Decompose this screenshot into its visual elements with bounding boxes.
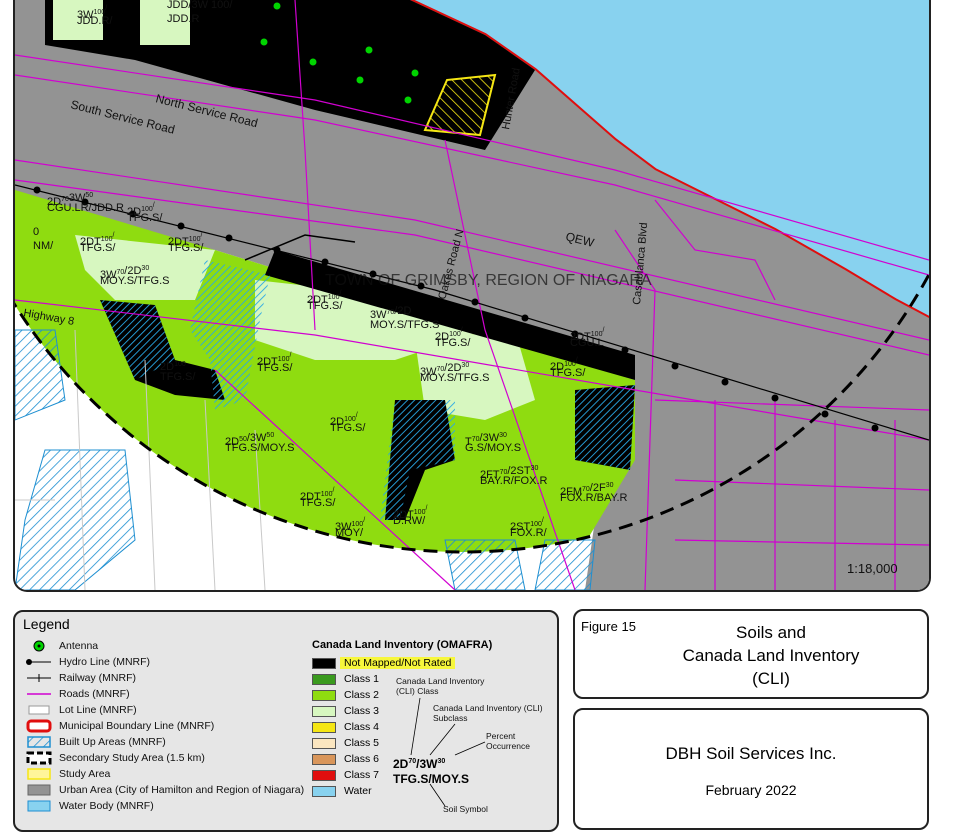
soil-label: 2DT100/D.RW/: [393, 505, 427, 527]
legend-label: Water Body (MNRF): [59, 800, 154, 812]
cli-class-note: Canada Land Inventory (CLI) Class: [396, 676, 485, 696]
urban-area-icon: [25, 783, 53, 797]
soil-label: 2DT100/TFG.S/: [307, 290, 343, 312]
cli-swatch-class3: [312, 705, 336, 717]
company-name: DBH Soil Services Inc.: [665, 744, 837, 763]
soil-label: 2FT70/2ST30 BAY.R/FOX.R: [480, 465, 548, 487]
legend-item-lot-line: Lot Line (MNRF): [25, 702, 137, 718]
legend-label: Antenna: [59, 640, 99, 652]
secondary-study-area-icon: [25, 751, 53, 765]
legend-item-roads: Roads (MNRF): [25, 686, 130, 702]
cli-class-not-mapped: Not Mapped/Not Rated: [312, 656, 456, 670]
legend-item-secondary-study-area: Secondary Study Area (1.5 km): [25, 750, 205, 766]
water-body-icon: [25, 799, 53, 813]
legend-label: Roads (MNRF): [59, 688, 130, 700]
study-area-icon: [25, 767, 53, 781]
built-up-area-se: [534, 539, 596, 590]
legend-item-study-area: Study Area: [25, 766, 110, 782]
cli-swatch-class5: [312, 737, 336, 749]
built-up-hatch-3: [575, 385, 635, 470]
antenna-icon: [25, 639, 53, 653]
legend-title: Legend: [23, 616, 70, 632]
legend-label: Lot Line (MNRF): [59, 704, 137, 716]
map-canvas[interactable]: North Service Road South Service Road Hu…: [15, 0, 929, 590]
legend-label: Built Up Areas (MNRF): [59, 736, 166, 748]
cli-swatch-water: [312, 785, 336, 797]
built-up-area-s: [15, 449, 136, 590]
cli-swatch-class6: [312, 753, 336, 765]
cli-swatch-class4: [312, 721, 336, 733]
company-date: February 2022: [705, 782, 797, 798]
cli-class-water: Water: [312, 784, 372, 798]
cli-class-2: Class 2: [312, 688, 379, 702]
company-panel: DBH Soil Services Inc. February 2022: [573, 708, 929, 830]
legend-label: Hydro Line (MNRF): [59, 656, 151, 668]
cli-subclass-note: Canada Land Inventory (CLI) Subclass: [433, 703, 543, 723]
legend-item-built-up-areas: Built Up Areas (MNRF): [25, 734, 166, 750]
cli-swatch-class1: [312, 673, 336, 685]
built-up-area-sc: [444, 539, 526, 590]
cli-class-6: Class 6: [312, 752, 379, 766]
legend-label: Secondary Study Area (1.5 km): [59, 752, 205, 764]
legend-label: Municipal Boundary Line (MNRF): [59, 720, 215, 732]
soil-label: 2DT100/TFG.S/: [300, 487, 336, 509]
soil-label: 2DT100/TFG.S/: [80, 232, 116, 254]
cli-label: Class 6: [344, 753, 380, 765]
figure-title-line1: Soils and: [736, 623, 806, 642]
figure-title-line3: (CLI): [752, 669, 790, 688]
cli-class-3: Class 3: [312, 704, 379, 718]
cli-label: Water: [344, 785, 372, 797]
roads-icon: [25, 687, 53, 701]
cli-label: Not Mapped/Not Rated: [340, 657, 456, 669]
map-frame[interactable]: North Service Road South Service Road Hu…: [13, 0, 931, 592]
soil-symbol-example-bottom: TFG.S/MOY.S: [393, 772, 470, 786]
soil-symbol-example: 2D70/3W30 TFG.S/MOY.S: [393, 754, 469, 787]
legend-item-urban-area: Urban Area (City of Hamilton and Region …: [25, 782, 304, 798]
legend-item-antenna: Antenna: [25, 638, 98, 654]
legend-label: Urban Area (City of Hamilton and Region …: [59, 784, 305, 796]
cli-class-7: Class 7: [312, 768, 379, 782]
legend-item-municipal-boundary: Municipal Boundary Line (MNRF): [25, 718, 214, 734]
figure-title-panel: Figure 15 Soils and Canada Land Inventor…: [573, 609, 929, 699]
legend-item-railway: Railway (MNRF): [25, 670, 136, 686]
soil-symbol-note: Soil Symbol: [443, 804, 488, 814]
legend-panel: Legend Antenna Hydro Line (MNRF) Railway…: [13, 610, 559, 832]
cli-label: Class 2: [344, 689, 380, 701]
soil-symbol-example-top: 2D70/3W30: [393, 757, 446, 771]
cli-label: Class 3: [344, 705, 380, 717]
cli-label: Class 7: [344, 769, 380, 781]
legend-item-hydro-line: Hydro Line (MNRF): [25, 654, 150, 670]
cli-title: Canada Land Inventory (OMAFRA): [312, 639, 493, 651]
soil-label: 3W100/MOY/: [335, 517, 365, 539]
urban-area-east: [585, 380, 929, 590]
scale-label: 1:18,000: [847, 561, 898, 576]
cli-swatch-class7: [312, 769, 336, 781]
cli-label: Class 5: [344, 737, 380, 749]
cli-class-1: Class 1: [312, 672, 379, 686]
cli-class-4: Class 4: [312, 720, 379, 734]
built-up-areas-icon: [25, 735, 53, 749]
soil-label: 2DT100/TFG.S/: [257, 352, 293, 374]
soil-label: 2ST100/FOX.R/: [510, 517, 548, 539]
cli-label: Class 4: [344, 721, 380, 733]
town-label: TOWN OF GRIMSBY, REGION OF NIAGARA: [325, 272, 652, 289]
cli-swatch-not-mapped: [312, 657, 336, 669]
lot-line-icon: [25, 703, 53, 717]
cli-label: Class 1: [344, 673, 380, 685]
percent-occurrence-note: Percent Occurrence: [486, 731, 530, 751]
legend-item-water-body: Water Body (MNRF): [25, 798, 154, 814]
soil-label: 2DT100/TFG.S/: [168, 232, 204, 254]
hydro-line-icon: [25, 655, 53, 669]
cli-class-5: Class 5: [312, 736, 379, 750]
legend-label: Railway (MNRF): [59, 672, 136, 684]
soil-label: 2DT100/CGU.L: [570, 327, 604, 349]
figure-title-line2: Canada Land Inventory: [682, 646, 860, 665]
municipal-boundary-icon: [25, 719, 53, 733]
legend-label: Study Area: [59, 768, 111, 780]
figure-title: Soils and Canada Land Inventory (CLI): [615, 621, 927, 690]
railway-icon: [25, 671, 53, 685]
cli-swatch-class2: [312, 689, 336, 701]
